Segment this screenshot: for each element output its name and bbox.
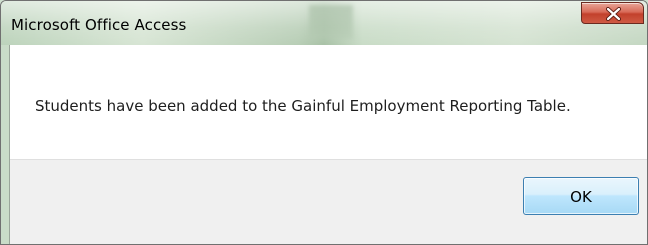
dialog-title: Microsoft Office Access	[11, 16, 187, 34]
message-dialog: Microsoft Office Access Students have be…	[0, 0, 648, 245]
title-bar[interactable]: Microsoft Office Access	[1, 1, 647, 45]
dialog-message: Students have been added to the Gainful …	[35, 97, 571, 115]
close-icon	[606, 7, 621, 21]
close-button[interactable]	[581, 2, 644, 24]
title-bar-glass-decoration	[309, 5, 353, 39]
ok-button[interactable]: OK	[523, 177, 639, 215]
